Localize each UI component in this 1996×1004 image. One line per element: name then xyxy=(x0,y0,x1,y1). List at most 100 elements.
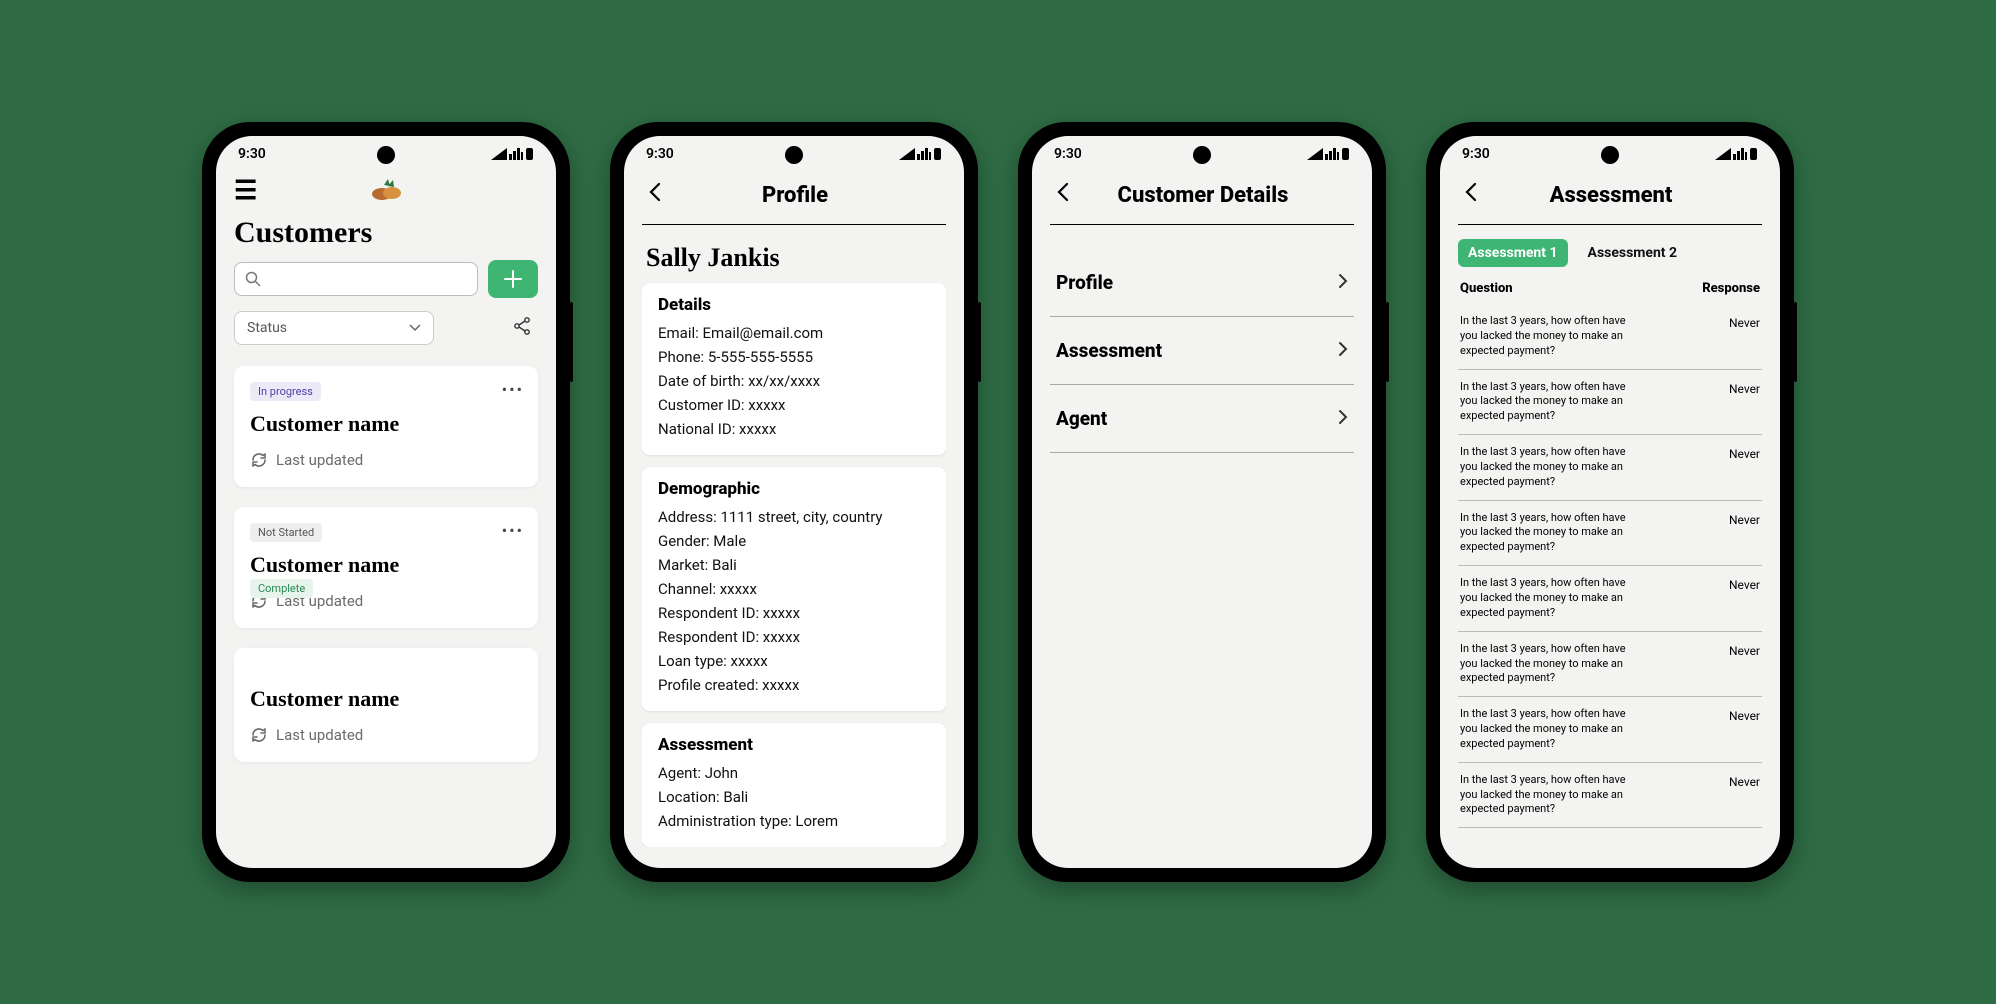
status-time: 9:30 xyxy=(646,146,674,162)
status-bar: 9:30 xyxy=(216,136,556,172)
detail-row: National ID: xxxxx xyxy=(658,417,930,441)
response-text: Never xyxy=(1729,511,1760,527)
customer-card[interactable]: Customer name Last updated xyxy=(234,648,538,762)
detail-row: Address: 1111 street, city, country xyxy=(658,505,930,529)
status-bar: 9:30 xyxy=(624,136,964,172)
detail-row: Administration type: Lorem xyxy=(658,809,930,833)
col-question: Question xyxy=(1460,281,1513,296)
nav-item[interactable]: Profile xyxy=(1050,249,1354,317)
status-bar: 9:30 xyxy=(1032,136,1372,172)
detail-row: Profile created: xxxxx xyxy=(658,673,930,697)
status-badge: Not Started xyxy=(250,523,322,542)
nav-item-label: Assessment xyxy=(1056,339,1162,362)
search-input[interactable] xyxy=(234,262,478,296)
status-bar: 9:30 xyxy=(1440,136,1780,172)
question-row: In the last 3 years, how often have you … xyxy=(1458,370,1762,436)
detail-row: Loan type: xxxxx xyxy=(658,649,930,673)
phone-frame: 9:30 ☰ Customers xyxy=(202,122,570,882)
response-text: Never xyxy=(1729,445,1760,461)
search-icon xyxy=(245,271,261,287)
customer-card[interactable]: In progress ••• Customer name Last updated xyxy=(234,366,538,487)
tab[interactable]: Assessment 2 xyxy=(1578,239,1688,267)
question-text: In the last 3 years, how often have you … xyxy=(1460,380,1630,425)
share-button[interactable] xyxy=(506,310,538,346)
response-text: Never xyxy=(1729,576,1760,592)
question-text: In the last 3 years, how often have you … xyxy=(1460,642,1630,687)
detail-row: Channel: xxxxx xyxy=(658,577,930,601)
add-button[interactable] xyxy=(488,260,538,298)
camera-notch xyxy=(785,146,803,164)
question-row: In the last 3 years, how often have you … xyxy=(1458,566,1762,632)
screen-assessment: 9:30 Assessment Assessment 1Assessment 2… xyxy=(1440,136,1780,868)
question-row: In the last 3 years, how often have you … xyxy=(1458,304,1762,370)
more-icon[interactable]: ••• xyxy=(502,380,524,399)
status-badge: Complete xyxy=(250,579,313,598)
question-row: In the last 3 years, how often have you … xyxy=(1458,763,1762,829)
more-icon[interactable]: ••• xyxy=(502,521,524,540)
section-heading: Assessment xyxy=(658,735,930,755)
status-time: 9:30 xyxy=(1054,146,1082,162)
status-time: 9:30 xyxy=(1462,146,1490,162)
response-text: Never xyxy=(1729,707,1760,723)
customer-name: Sally Jankis xyxy=(642,225,946,283)
question-row: In the last 3 years, how often have you … xyxy=(1458,697,1762,763)
page-title: Customers xyxy=(234,216,538,250)
camera-notch xyxy=(1601,146,1619,164)
status-icons xyxy=(491,147,534,161)
nav-item-label: Agent xyxy=(1056,407,1107,430)
nav-item[interactable]: Assessment xyxy=(1050,317,1354,385)
question-text: In the last 3 years, how often have you … xyxy=(1460,511,1630,556)
share-icon xyxy=(512,316,532,336)
tab[interactable]: Assessment 1 xyxy=(1458,239,1568,267)
detail-row: Respondent ID: xxxxx xyxy=(658,625,930,649)
customer-name: Customer name xyxy=(250,686,522,712)
customer-card[interactable]: Not Started•••Customer nameComplete Last… xyxy=(234,507,538,628)
status-filter-label: Status xyxy=(247,320,287,336)
detail-row: Customer ID: xxxxx xyxy=(658,393,930,417)
app-bar: ☰ xyxy=(234,172,538,204)
profile-section: DetailsEmail: Email@email.comPhone: 5-55… xyxy=(642,283,946,455)
question-text: In the last 3 years, how often have you … xyxy=(1460,576,1630,621)
camera-notch xyxy=(377,146,395,164)
question-row: In the last 3 years, how often have you … xyxy=(1458,435,1762,501)
response-text: Never xyxy=(1729,380,1760,396)
chevron-down-icon xyxy=(409,324,421,332)
section-heading: Demographic xyxy=(658,479,930,499)
camera-notch xyxy=(1193,146,1211,164)
last-updated: Last updated xyxy=(250,451,522,469)
chevron-right-icon xyxy=(1338,407,1348,430)
col-response: Response xyxy=(1702,281,1760,296)
detail-row: Date of birth: xx/xx/xxxx xyxy=(658,369,930,393)
status-badge: In progress xyxy=(250,382,321,401)
menu-icon[interactable]: ☰ xyxy=(234,178,257,204)
status-time: 9:30 xyxy=(238,146,266,162)
customer-name: Customer name xyxy=(250,411,522,437)
plus-icon xyxy=(504,270,522,288)
app-logo xyxy=(368,177,404,205)
status-filter[interactable]: Status xyxy=(234,311,434,345)
detail-row: Respondent ID: xxxxx xyxy=(658,601,930,625)
detail-row: Agent: John xyxy=(658,761,930,785)
detail-row: Phone: 5-555-555-5555 xyxy=(658,345,930,369)
question-text: In the last 3 years, how often have you … xyxy=(1460,314,1630,359)
screen-customers: 9:30 ☰ Customers xyxy=(216,136,556,868)
nav-item[interactable]: Agent xyxy=(1050,385,1354,453)
status-icons xyxy=(1715,147,1758,161)
detail-row: Market: Bali xyxy=(658,553,930,577)
chevron-right-icon xyxy=(1338,339,1348,362)
section-heading: Details xyxy=(658,295,930,315)
page-title: Profile xyxy=(644,183,946,208)
detail-row: Location: Bali xyxy=(658,785,930,809)
customer-name: Customer name xyxy=(250,552,522,578)
question-row: In the last 3 years, how often have you … xyxy=(1458,632,1762,698)
question-row: In the last 3 years, how often have you … xyxy=(1458,501,1762,567)
screen-customer-details: 9:30 Customer Details Profile Assessment… xyxy=(1032,136,1372,868)
refresh-icon xyxy=(250,726,268,744)
response-text: Never xyxy=(1729,773,1760,789)
response-text: Never xyxy=(1729,314,1760,330)
response-text: Never xyxy=(1729,642,1760,658)
status-icons xyxy=(899,147,942,161)
question-text: In the last 3 years, how often have you … xyxy=(1460,707,1630,752)
profile-section: Assessment Agent: JohnLocation: BaliAdmin… xyxy=(642,723,946,847)
profile-section: Demographic Address: 1111 street, city, c… xyxy=(642,467,946,711)
